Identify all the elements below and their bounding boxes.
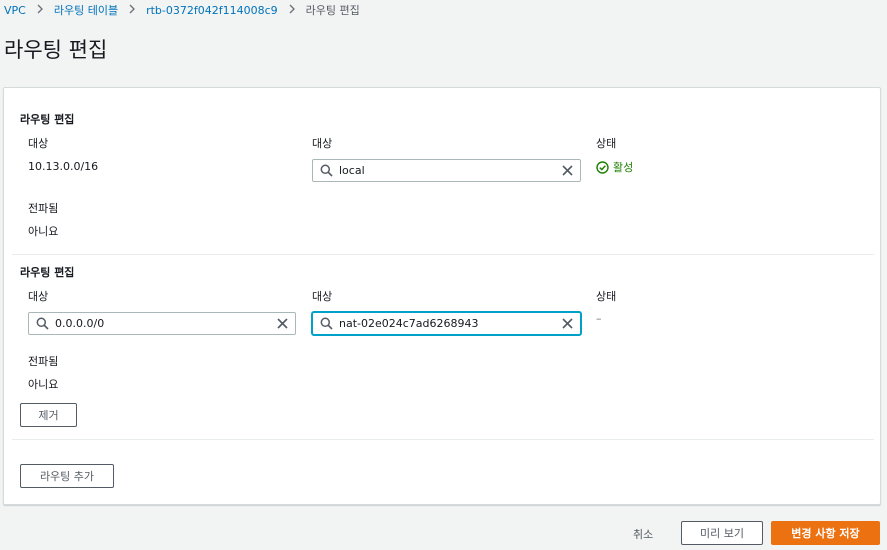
destination-value: 10.13.0.0/16 bbox=[28, 160, 99, 173]
search-icon bbox=[29, 313, 55, 334]
target-search-field[interactable]: nat-02e024c7ad6268943 bbox=[312, 312, 581, 335]
status-value: – bbox=[596, 312, 602, 325]
chevron-right-icon bbox=[26, 3, 54, 17]
target-input[interactable]: nat-02e024c7ad6268943 bbox=[339, 317, 554, 330]
route-title: 라우팅 편집 bbox=[20, 266, 75, 279]
destination-label: 대상 bbox=[28, 137, 49, 150]
clear-icon[interactable] bbox=[554, 313, 580, 334]
target-label: 대상 bbox=[312, 290, 333, 303]
page-title: 라우팅 편집 bbox=[4, 38, 108, 62]
destination-search-field[interactable]: 0.0.0.0/0 bbox=[28, 312, 296, 335]
route-title: 라우팅 편집 bbox=[20, 113, 75, 126]
search-icon bbox=[313, 313, 339, 334]
breadcrumb-current: 라우팅 편집 bbox=[305, 4, 360, 17]
breadcrumb-route-tables[interactable]: 라우팅 테이블 bbox=[54, 2, 118, 18]
breadcrumb-route-table-id[interactable]: rtb-0372f042f114008c9 bbox=[146, 4, 278, 17]
route-divider bbox=[12, 254, 874, 255]
clear-icon[interactable] bbox=[269, 313, 295, 334]
propagated-value: 아니요 bbox=[28, 225, 59, 238]
destination-label: 대상 bbox=[28, 290, 49, 303]
status-label: 상태 bbox=[596, 137, 617, 150]
target-search-field[interactable]: local bbox=[312, 159, 581, 182]
edit-routes-panel: 라우팅 편집 대상 10.13.0.0/16 대상 local 상태 활성 전파… bbox=[3, 87, 881, 505]
cancel-button[interactable]: 취소 bbox=[633, 526, 653, 542]
breadcrumb: VPC 라우팅 테이블 rtb-0372f042f114008c9 라우팅 편집 bbox=[4, 2, 360, 18]
preview-button[interactable]: 미리 보기 bbox=[681, 521, 763, 545]
propagated-value: 아니요 bbox=[28, 378, 59, 391]
status-label: 상태 bbox=[596, 290, 617, 303]
route-divider bbox=[12, 439, 874, 440]
add-route-button[interactable]: 라우팅 추가 bbox=[20, 464, 114, 488]
chevron-right-icon bbox=[278, 3, 306, 17]
breadcrumb-vpc[interactable]: VPC bbox=[4, 4, 26, 17]
destination-input[interactable]: 0.0.0.0/0 bbox=[55, 317, 269, 330]
propagated-label: 전파됨 bbox=[28, 355, 59, 368]
status-value: 활성 bbox=[613, 161, 634, 174]
chevron-right-icon bbox=[118, 3, 146, 17]
status-success-icon bbox=[596, 160, 609, 174]
save-changes-button[interactable]: 변경 사항 저장 bbox=[771, 521, 880, 545]
propagated-label: 전파됨 bbox=[28, 202, 59, 215]
target-label: 대상 bbox=[312, 137, 333, 150]
clear-icon[interactable] bbox=[554, 160, 580, 181]
remove-route-button[interactable]: 제거 bbox=[20, 403, 77, 427]
search-icon bbox=[313, 160, 339, 181]
status-indicator: 활성 bbox=[596, 159, 633, 175]
target-input[interactable]: local bbox=[339, 164, 554, 177]
